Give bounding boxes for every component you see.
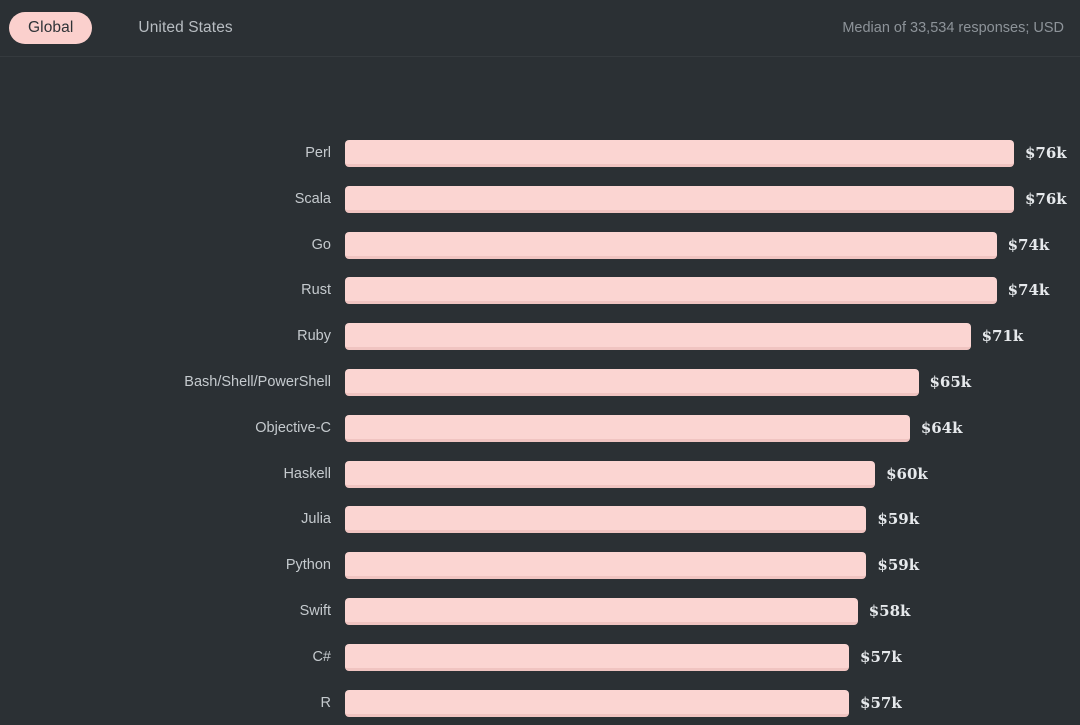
bar-value-label: $65k (929, 373, 972, 391)
bar-category-label: C# (312, 648, 331, 665)
bar[interactable] (345, 369, 919, 396)
bar-row[interactable]: Python $59k (0, 552, 1080, 580)
bar-row[interactable]: Ruby $71k (0, 323, 1080, 351)
bar-category-label: Perl (305, 145, 331, 161)
bar-category-label: Bash/Shell/PowerShell (184, 374, 331, 390)
bar-value-label: $58k (868, 602, 911, 620)
bar-row[interactable]: Julia $59k (0, 506, 1080, 534)
bar-category-label: Ruby (297, 328, 331, 345)
bar-category-label: Python (285, 557, 331, 574)
bar-category-label: Swift (299, 603, 331, 619)
bar-value-label: $74k (1007, 235, 1050, 254)
bar[interactable] (345, 552, 867, 580)
bar-row[interactable]: Perl $76k (0, 140, 1080, 167)
bar[interactable] (345, 460, 876, 488)
tab-united-states[interactable]: United States (119, 12, 251, 44)
bar[interactable] (345, 231, 997, 259)
bar-row[interactable]: Go $74k (0, 231, 1080, 259)
bar[interactable] (345, 185, 1014, 213)
bar-value-label: $57k (860, 647, 902, 666)
bar[interactable] (345, 414, 910, 442)
bar-row[interactable]: Swift $58k (0, 598, 1080, 625)
bar-value-label: $59k (877, 510, 920, 529)
bar[interactable] (345, 506, 867, 534)
bar-category-label: Objective-C (255, 419, 331, 436)
bar[interactable] (345, 643, 850, 671)
bar-value-label: $71k (981, 327, 1024, 346)
tab-global[interactable]: Global (9, 11, 93, 45)
bar[interactable] (345, 140, 1014, 167)
bar-value-label: $59k (877, 556, 920, 575)
bar-value-label: $60k (886, 464, 928, 483)
bar[interactable] (345, 598, 858, 625)
bar-value-label: $76k (1024, 189, 1067, 208)
bar-row[interactable]: Scala $76k (0, 185, 1080, 213)
bar[interactable] (345, 323, 971, 351)
bar-value-label: $64k (920, 418, 963, 437)
bar-category-label: R (320, 694, 331, 711)
bar-category-label: Scala (294, 190, 331, 207)
bar-row[interactable]: Haskell $60k (0, 460, 1080, 488)
bar-category-label: Haskell (283, 465, 331, 482)
bar-row[interactable]: Bash/Shell/PowerShell $65k (0, 369, 1080, 396)
bar[interactable] (345, 277, 997, 305)
salary-bar-chart: Perl $76k Scala $76k Go $74k Rust $74k Ruby $71k B… (0, 57, 1080, 725)
bar-row[interactable]: Objective-C $64k (0, 414, 1080, 442)
header-bar: Global United States Median of 33,534 re… (0, 0, 1080, 57)
bar-row[interactable]: C# $57k (0, 643, 1080, 671)
bar-category-label: Julia (301, 511, 331, 528)
chart-subtitle: Median of 33,534 responses; USD (842, 20, 1064, 36)
bar-value-label: $57k (860, 693, 902, 712)
bar-value-label: $76k (1024, 144, 1067, 162)
bar-row[interactable]: R $57k (0, 689, 1080, 717)
bar-row[interactable]: Rust $74k (0, 277, 1080, 305)
bar-category-label: Go (311, 236, 331, 253)
bar-category-label: Rust (301, 282, 331, 299)
bar-value-label: $74k (1007, 281, 1050, 300)
bar[interactable] (345, 689, 850, 717)
